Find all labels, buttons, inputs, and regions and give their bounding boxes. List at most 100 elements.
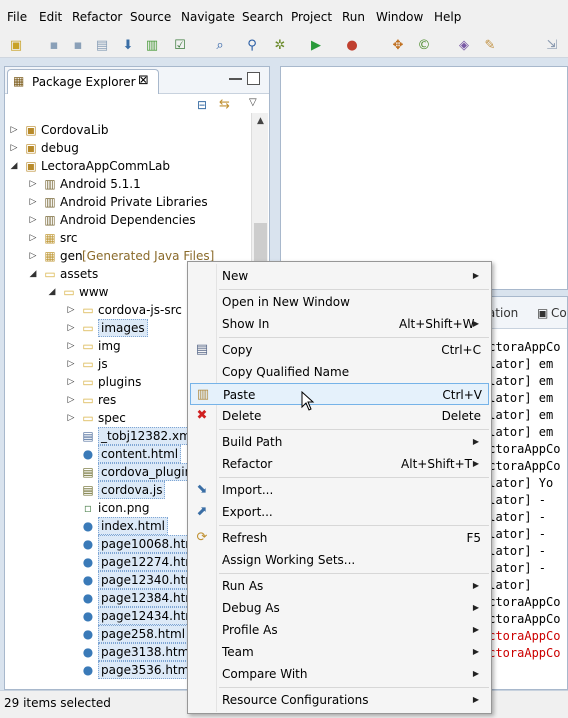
submenu-arrow-icon: ▶ [472, 695, 479, 704]
menu-item-assign-working-sets[interactable]: Assign Working Sets... [190, 549, 489, 571]
collapsed-twisty-icon[interactable]: ▷ [66, 301, 76, 319]
expanded-twisty-icon[interactable]: ◢ [28, 265, 38, 283]
collapsed-twisty-icon[interactable]: ▷ [66, 409, 76, 427]
pencil-icon[interactable]: ✎ [482, 38, 498, 54]
save-icon[interactable]: ▪ [46, 38, 62, 54]
library-icon: ▥ [44, 213, 56, 227]
tree-item-label: page3138.html [98, 643, 196, 661]
console-line: ulator] em [484, 391, 554, 405]
menu-window[interactable]: Window [376, 10, 423, 24]
pin-icon[interactable]: ⚲ [244, 38, 260, 54]
package-explorer-title: Package Explorer [32, 75, 136, 89]
menu-separator [219, 337, 489, 338]
tree-item[interactable]: ▷ ▥ Android Dependencies [5, 211, 249, 229]
menu-run[interactable]: Run [342, 10, 365, 24]
menu-item-new[interactable]: New ▶ [190, 265, 489, 287]
print-icon[interactable]: ▤ [94, 38, 110, 54]
folder-icon: ▭ [82, 357, 94, 371]
collapsed-twisty-icon[interactable]: ▷ [66, 391, 76, 409]
tab-console[interactable]: Co [551, 306, 567, 320]
android-sdk-icon[interactable]: ▥ [144, 38, 160, 54]
collapsed-twisty-icon[interactable]: ▷ [9, 121, 19, 139]
menu-item-show-in[interactable]: Show In Alt+Shift+W ▶ [190, 313, 489, 335]
menu-item-delete[interactable]: ✖ Delete Delete [190, 405, 489, 427]
tree-item[interactable]: ▷ ▥ Android Private Libraries [5, 193, 249, 211]
expanded-twisty-icon[interactable]: ◢ [9, 157, 19, 175]
menu-separator [219, 525, 489, 526]
debug-icon[interactable]: ✲ [272, 38, 288, 54]
refresh-icon: ⟳ [196, 530, 208, 545]
menu-item-compare-with[interactable]: Compare With ▶ [190, 663, 489, 685]
expanded-twisty-icon[interactable]: ◢ [47, 283, 57, 301]
folder-icon: ▭ [63, 285, 75, 299]
menu-navigate[interactable]: Navigate [181, 10, 235, 24]
next-annotation-icon[interactable]: ⇲ [544, 38, 560, 54]
tab-package-explorer[interactable]: ▦ Package Explorer ⊠ [7, 69, 159, 94]
menu-item-resource-configurations[interactable]: Resource Configurations ▶ [190, 689, 489, 711]
menu-item-copy[interactable]: ▤ Copy Ctrl+C [190, 339, 489, 361]
menu-project[interactable]: Project [291, 10, 332, 24]
menu-item-export[interactable]: ⬈ Export... [190, 501, 489, 523]
open-type-icon[interactable]: ◈ [456, 38, 472, 54]
collapsed-twisty-icon[interactable]: ▷ [28, 229, 38, 247]
collapsed-twisty-icon[interactable]: ▷ [66, 373, 76, 391]
menu-item-team[interactable]: Team ▶ [190, 641, 489, 663]
export-icon: ⬈ [196, 504, 208, 519]
menu-item-label: Delete [222, 409, 262, 423]
new-icon[interactable]: ▣ [8, 38, 24, 54]
collapsed-twisty-icon[interactable]: ▷ [28, 175, 38, 193]
menu-edit[interactable]: Edit [39, 10, 62, 24]
save-all-icon[interactable]: ▪ [70, 38, 86, 54]
scroll-up-icon[interactable]: ▲ [252, 113, 269, 130]
external-tools-icon[interactable]: ● [344, 38, 360, 54]
close-icon[interactable]: ⊠ [138, 73, 149, 88]
menu-item-profile-as[interactable]: Profile As ▶ [190, 619, 489, 641]
menu-source[interactable]: Source [130, 10, 171, 24]
menu-item-build-path[interactable]: Build Path ▶ [190, 431, 489, 453]
menu-refactor[interactable]: Refactor [72, 10, 122, 24]
menu-item-refactor[interactable]: Refactor Alt+Shift+T ▶ [190, 453, 489, 475]
xml-file-icon: ▤ [82, 429, 94, 443]
minimize-icon[interactable] [229, 78, 242, 80]
collapsed-twisty-icon[interactable]: ▷ [9, 139, 19, 157]
import-icon: ⬊ [196, 482, 208, 497]
search-icon[interactable]: ⌕ [212, 38, 228, 54]
collapsed-twisty-icon[interactable]: ▷ [28, 193, 38, 211]
js-file-icon: ▤ [82, 483, 94, 497]
menu-item-import[interactable]: ⬊ Import... [190, 479, 489, 501]
menu-help[interactable]: Help [434, 10, 461, 24]
tree-item-label: img [98, 339, 121, 353]
menu-item-debug-as[interactable]: Debug As ▶ [190, 597, 489, 619]
console-line: ectoraAppCo [484, 646, 561, 660]
menu-file[interactable]: File [7, 10, 27, 24]
folder-icon: ▭ [82, 321, 94, 335]
collapsed-twisty-icon[interactable]: ▷ [28, 211, 38, 229]
tree-item[interactable]: ▷ ▣ debug [5, 139, 249, 157]
maximize-icon[interactable] [247, 72, 260, 85]
folder-icon: ▭ [82, 303, 94, 317]
new-class-icon[interactable]: © [416, 38, 432, 54]
tree-item[interactable]: ▷ ▦ src [5, 229, 249, 247]
checkbox-icon[interactable]: ☑ [172, 38, 188, 54]
menu-item-paste[interactable]: ▥ Paste Ctrl+V [190, 383, 489, 405]
tree-item[interactable]: ◢ ▣ LectoraAppCommLab [5, 157, 249, 175]
collapsed-twisty-icon[interactable]: ▷ [28, 247, 38, 265]
menu-item-open-in-new-window[interactable]: Open in New Window [190, 291, 489, 313]
console-line: ulator] - [484, 510, 547, 524]
collapsed-twisty-icon[interactable]: ▷ [66, 337, 76, 355]
tree-item[interactable]: ▷ ▥ Android 5.1.1 [5, 175, 249, 193]
run-icon[interactable]: ▶ [308, 38, 324, 54]
menu-item-accelerator: Delete [441, 409, 481, 423]
menu-item-run-as[interactable]: Run As ▶ [190, 575, 489, 597]
package-icon[interactable]: ✥ [390, 38, 406, 54]
menu-item-refresh[interactable]: ⟳ Refresh F5 [190, 527, 489, 549]
download-icon[interactable]: ⬇ [120, 38, 136, 54]
submenu-arrow-icon: ▶ [472, 669, 479, 678]
tree-item[interactable]: ▷ ▣ CordovaLib [5, 121, 249, 139]
html-file-icon: ● [82, 555, 94, 569]
console-line: ulator] em [484, 425, 554, 439]
collapsed-twisty-icon[interactable]: ▷ [66, 319, 76, 337]
menu-search[interactable]: Search [242, 10, 283, 24]
menu-item-copy-qualified-name[interactable]: Copy Qualified Name [190, 361, 489, 383]
collapsed-twisty-icon[interactable]: ▷ [66, 355, 76, 373]
